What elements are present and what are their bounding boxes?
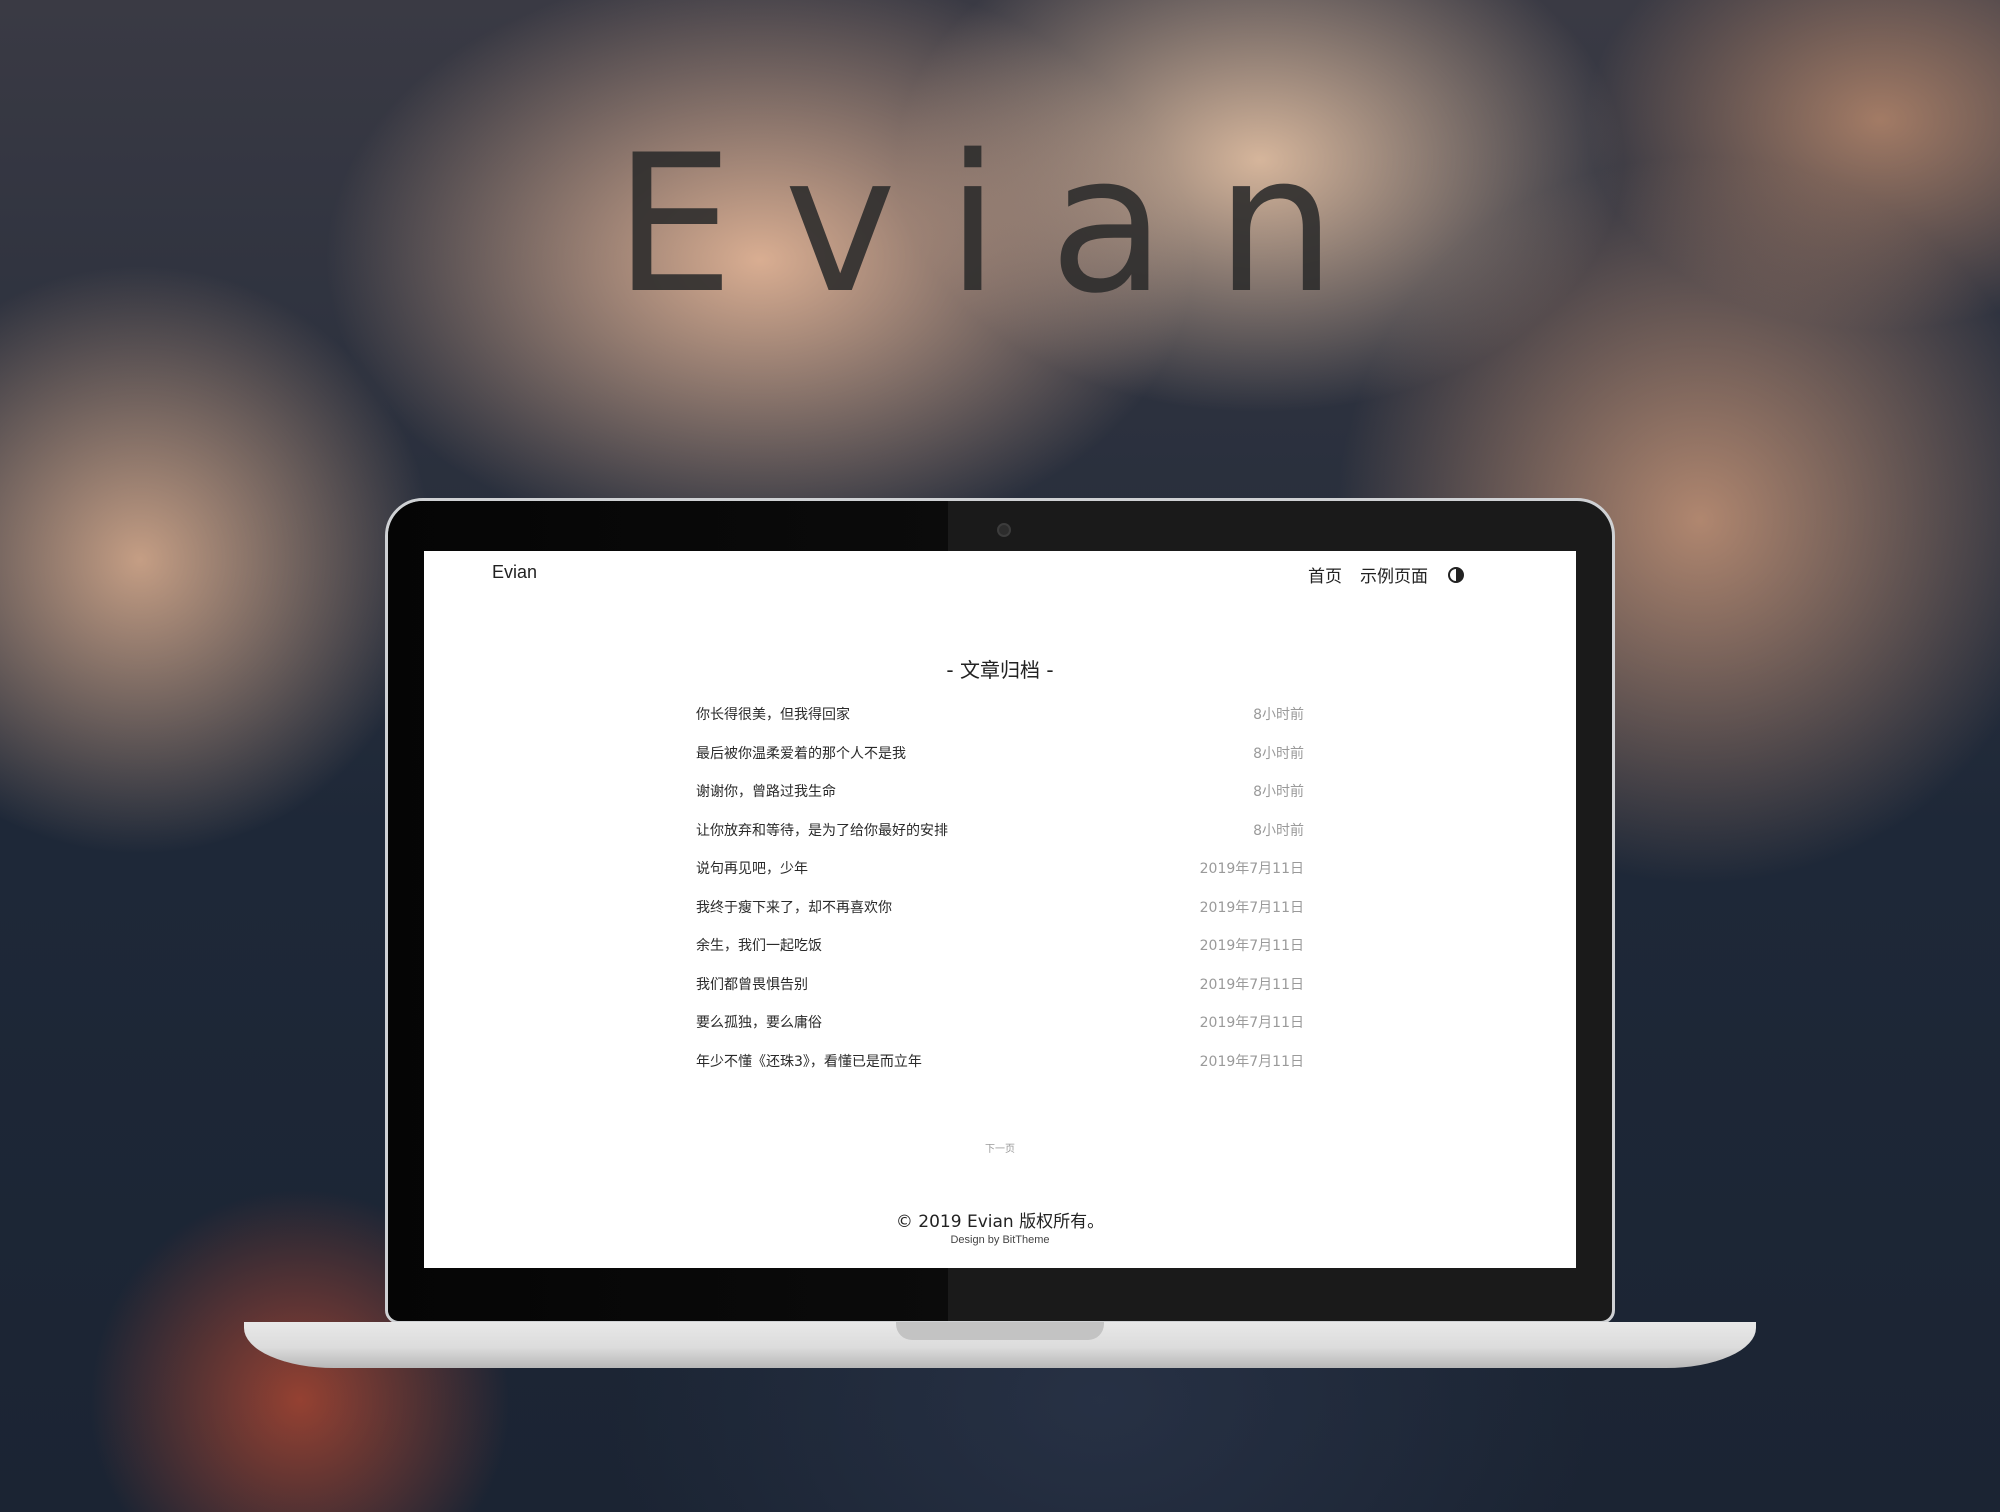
archive-row: 我终于瘦下来了，却不再喜欢你 2019年7月11日	[696, 888, 1304, 927]
archive-row: 你长得很美，但我得回家 8小时前	[696, 695, 1304, 734]
post-title-link[interactable]: 余生，我们一起吃饭	[696, 935, 822, 955]
post-title-link[interactable]: 要么孤独，要么庸俗	[696, 1012, 822, 1032]
archive-row: 要么孤独，要么庸俗 2019年7月11日	[696, 1003, 1304, 1042]
site-navbar: Evian 首页 示例页面	[424, 551, 1576, 595]
nav-links: 首页 示例页面	[1308, 562, 1464, 587]
laptop-frame: Evian 首页 示例页面 - 文章归档 - 你长得很美，但我得回家 8小时前 …	[385, 498, 1615, 1324]
next-page-link[interactable]: 下一页	[424, 1140, 1576, 1155]
post-date: 2019年7月11日	[1199, 938, 1304, 955]
contrast-icon[interactable]	[1448, 566, 1464, 583]
laptop-base-notch	[896, 1322, 1104, 1340]
archive-row: 谢谢你，曾路过我生命 8小时前	[696, 772, 1304, 811]
hero-title: Evian	[613, 114, 1387, 335]
archive-row: 说句再见吧，少年 2019年7月11日	[696, 849, 1304, 888]
post-title-link[interactable]: 最后被你温柔爱着的那个人不是我	[696, 743, 906, 763]
archive-row: 我们都曾畏惧告别 2019年7月11日	[696, 965, 1304, 1004]
laptop-base	[244, 1322, 1756, 1368]
archive-list: 你长得很美，但我得回家 8小时前 最后被你温柔爱着的那个人不是我 8小时前 谢谢…	[696, 695, 1304, 1080]
footer-copyright: © 2019 Evian 版权所有。	[895, 1212, 1105, 1232]
archive-row: 余生，我们一起吃饭 2019年7月11日	[696, 926, 1304, 965]
laptop-screen: Evian 首页 示例页面 - 文章归档 - 你长得很美，但我得回家 8小时前 …	[424, 551, 1576, 1268]
post-date: 2019年7月11日	[1199, 861, 1304, 878]
post-title-link[interactable]: 年少不懂《还珠3》，看懂已是而立年	[696, 1051, 922, 1071]
post-date: 8小时前	[1253, 784, 1304, 801]
webcam-icon	[997, 523, 1011, 537]
archive-row: 最后被你温柔爱着的那个人不是我 8小时前	[696, 734, 1304, 773]
post-date: 2019年7月11日	[1199, 899, 1304, 916]
post-date: 8小时前	[1253, 822, 1304, 839]
post-date: 8小时前	[1253, 745, 1304, 762]
archive-row: 年少不懂《还珠3》，看懂已是而立年 2019年7月11日	[696, 1042, 1304, 1081]
post-date: 2019年7月11日	[1199, 976, 1304, 993]
post-title-link[interactable]: 说句再见吧，少年	[696, 858, 808, 878]
post-title-link[interactable]: 我终于瘦下来了，却不再喜欢你	[696, 897, 892, 917]
post-title-link[interactable]: 我们都曾畏惧告别	[696, 974, 808, 994]
site-brand-link[interactable]: Evian	[492, 562, 537, 583]
nav-item-sample-page[interactable]: 示例页面	[1360, 562, 1428, 587]
footer-design-credit[interactable]: Design by BitTheme	[424, 1234, 1576, 1246]
post-date: 2019年7月11日	[1199, 1015, 1304, 1032]
archive-row: 让你放弃和等待，是为了给你最好的安排 8小时前	[696, 811, 1304, 850]
archive-heading: - 文章归档 -	[946, 658, 1054, 682]
post-date: 8小时前	[1253, 707, 1304, 724]
post-title-link[interactable]: 你长得很美，但我得回家	[696, 704, 850, 724]
nav-item-home[interactable]: 首页	[1308, 562, 1342, 587]
post-title-link[interactable]: 谢谢你，曾路过我生命	[696, 781, 836, 801]
post-date: 2019年7月11日	[1199, 1053, 1304, 1070]
post-title-link[interactable]: 让你放弃和等待，是为了给你最好的安排	[696, 820, 948, 840]
